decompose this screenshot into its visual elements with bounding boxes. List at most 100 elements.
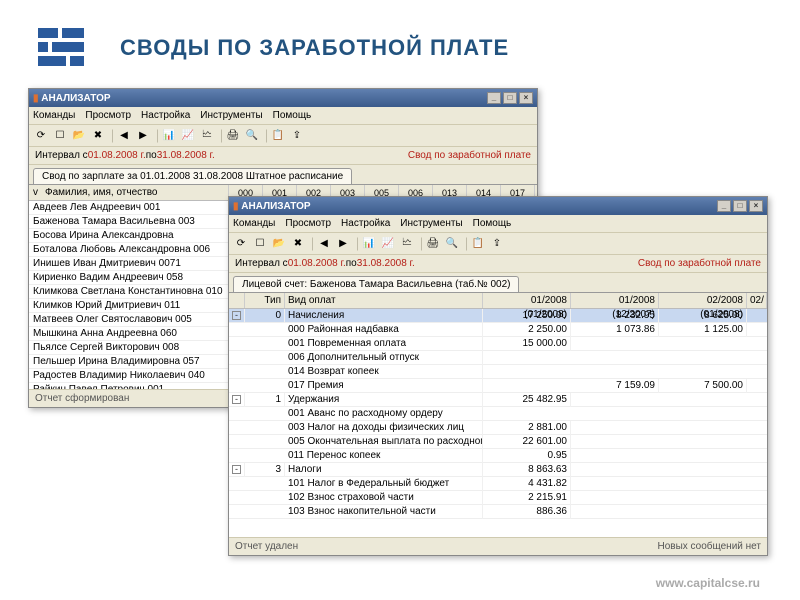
interval-mid: по xyxy=(146,150,157,161)
list-item[interactable]: Инишев Иван Дмитриевич 0071 xyxy=(29,257,228,271)
interval-to: 31.08.2008 г. xyxy=(157,150,215,161)
maximize-button[interactable]: □ xyxy=(503,92,517,104)
table-row[interactable]: 000 Районная надбавка2 250.001 073.861 1… xyxy=(229,323,767,337)
expand-icon[interactable]: - xyxy=(232,465,241,474)
expand-icon[interactable]: - xyxy=(232,395,241,404)
col-period-3[interactable]: 02/2008 (01/2008) xyxy=(659,293,747,308)
table-row[interactable]: -3Налоги8 863.63 xyxy=(229,463,767,477)
list-header-name[interactable]: Фамилия, имя, отчество xyxy=(45,187,158,198)
back-icon[interactable]: ◀ xyxy=(116,128,132,144)
table-row[interactable]: 001 Повременная оплата15 000.00 xyxy=(229,337,767,351)
back-icon[interactable]: ◀ xyxy=(316,236,332,252)
cell-p3: 7 500.00 xyxy=(659,379,747,393)
close-button[interactable]: × xyxy=(749,200,763,212)
delete-icon[interactable]: ✖ xyxy=(90,128,106,144)
col-period-4[interactable]: 02/ xyxy=(747,293,767,308)
chart3-icon[interactable]: 🗠 xyxy=(199,128,215,144)
new-icon[interactable]: ☐ xyxy=(52,128,68,144)
chart1-icon[interactable]: 📊 xyxy=(161,128,177,144)
table-row[interactable]: 014 Возврат копеек xyxy=(229,365,767,379)
list-item[interactable]: Пьялсе Сергей Викторович 008 xyxy=(29,341,228,355)
table-row[interactable]: 005 Окончательная выплата по расходному … xyxy=(229,435,767,449)
list-item[interactable]: Климков Юрий Дмитриевич 011 xyxy=(29,299,228,313)
chart2-icon[interactable]: 📈 xyxy=(380,236,396,252)
titlebar[interactable]: ▮ АНАЛИЗАТОР _ □ × xyxy=(229,197,767,215)
menu-команды[interactable]: Команды xyxy=(33,110,75,121)
refresh-icon[interactable]: ⟳ xyxy=(33,128,49,144)
titlebar[interactable]: ▮ АНАЛИЗАТОР _ □ × xyxy=(29,89,537,107)
payroll-grid[interactable]: Тип Вид оплат 01/2008 (01/2008) 01/2008 … xyxy=(229,293,767,519)
minimize-button[interactable]: _ xyxy=(717,200,731,212)
table-row[interactable]: -1Удержания25 482.95 xyxy=(229,393,767,407)
copy-icon[interactable]: 📋 xyxy=(270,128,286,144)
print-icon[interactable]: 🖨 xyxy=(425,236,441,252)
forward-icon[interactable]: ▶ xyxy=(135,128,151,144)
table-row[interactable]: 003 Налог на доходы физических лиц2 881.… xyxy=(229,421,767,435)
menu-просмотр[interactable]: Просмотр xyxy=(285,218,331,229)
toolbar-separator xyxy=(218,129,222,143)
menu-настройка[interactable]: Настройка xyxy=(141,110,190,121)
statusbar: Отчет удален Новых сообщений нет xyxy=(229,537,767,555)
list-item[interactable]: Боталова Любовь Александровна 006 xyxy=(29,243,228,257)
copy-icon[interactable]: 📋 xyxy=(470,236,486,252)
open-icon[interactable]: 📂 xyxy=(71,128,87,144)
close-button[interactable]: × xyxy=(519,92,533,104)
table-row[interactable]: 103 Взнос накопительной части886.36 xyxy=(229,505,767,519)
col-period-2[interactable]: 01/2008 (12/2007) xyxy=(571,293,659,308)
col-period-1[interactable]: 01/2008 (01/2008) xyxy=(483,293,571,308)
list-item[interactable]: Райкин Павел Петрович 001 xyxy=(29,383,228,389)
print-icon[interactable]: 🖨 xyxy=(225,128,241,144)
menu-помощь[interactable]: Помощь xyxy=(473,218,512,229)
forward-icon[interactable]: ▶ xyxy=(335,236,351,252)
report-type: Свод по заработной плате xyxy=(408,150,531,161)
expand-icon[interactable]: - xyxy=(232,311,241,320)
chart2-icon[interactable]: 📈 xyxy=(180,128,196,144)
export-icon[interactable]: ⇪ xyxy=(489,236,505,252)
list-item[interactable]: Пельшер Ирина Владимировна 057 xyxy=(29,355,228,369)
menu-настройка[interactable]: Настройка xyxy=(341,218,390,229)
list-item[interactable]: Баженова Тамара Васильевна 003 xyxy=(29,215,228,229)
menu-команды[interactable]: Команды xyxy=(233,218,275,229)
cell-name: 005 Окончательная выплата по расходному … xyxy=(285,435,483,449)
menu-помощь[interactable]: Помощь xyxy=(273,110,312,121)
list-item[interactable]: Матвеев Олег Святославович 005 xyxy=(29,313,228,327)
col-name[interactable]: Вид оплат xyxy=(285,293,483,308)
menubar: Команды Просмотр Настройка Инструменты Помощ… xyxy=(229,215,767,233)
table-row[interactable]: 017 Премия7 159.097 500.00 xyxy=(229,379,767,393)
chart1-icon[interactable]: 📊 xyxy=(361,236,377,252)
table-row[interactable]: 001 Аванс по расходному ордеру xyxy=(229,407,767,421)
chart3-icon[interactable]: 🗠 xyxy=(399,236,415,252)
list-header-check: v xyxy=(33,187,45,198)
list-item[interactable]: Кириенко Вадим Андреевич 058 xyxy=(29,271,228,285)
cell-name: 014 Возврат копеек xyxy=(285,365,483,379)
list-item[interactable]: Радостев Владимир Николаевич 040 xyxy=(29,369,228,383)
col-expand[interactable] xyxy=(229,293,245,308)
delete-icon[interactable]: ✖ xyxy=(290,236,306,252)
cell-p1: 2 215.91 xyxy=(483,491,571,505)
menu-инструменты[interactable]: Инструменты xyxy=(200,110,262,121)
refresh-icon[interactable]: ⟳ xyxy=(233,236,249,252)
table-row[interactable]: 011 Перенос копеек0.95 xyxy=(229,449,767,463)
menu-просмотр[interactable]: Просмотр xyxy=(85,110,131,121)
table-row[interactable]: 102 Взнос страховой части2 215.91 xyxy=(229,491,767,505)
new-icon[interactable]: ☐ xyxy=(252,236,268,252)
app-title: АНАЛИЗАТОР xyxy=(41,93,110,104)
list-item[interactable]: Мышкина Анна Андреевна 060 xyxy=(29,327,228,341)
col-type[interactable]: Тип xyxy=(245,293,285,308)
open-icon[interactable]: 📂 xyxy=(271,236,287,252)
maximize-button[interactable]: □ xyxy=(733,200,747,212)
menu-инструменты[interactable]: Инструменты xyxy=(400,218,462,229)
minimize-button[interactable]: _ xyxy=(487,92,501,104)
table-row[interactable]: 101 Налог в Федеральный бюджет4 431.82 xyxy=(229,477,767,491)
export-icon[interactable]: ⇪ xyxy=(289,128,305,144)
list-item[interactable]: Авдеев Лев Андреевич 001 xyxy=(29,201,228,215)
list-item[interactable]: Босова Ирина Александровна xyxy=(29,229,228,243)
list-item[interactable]: Климкова Светлана Константиновна 010 xyxy=(29,285,228,299)
preview-icon[interactable]: 🔍 xyxy=(444,236,460,252)
tab-summary[interactable]: Свод по зарплате за 01.01.2008 31.08.200… xyxy=(33,168,352,184)
tab-account[interactable]: Лицевой счет: Баженова Тамара Васильевна… xyxy=(233,276,519,292)
table-row[interactable]: -0Начисления17 250.008 232.958 625.00 xyxy=(229,309,767,323)
table-row[interactable]: 006 Дополнительный отпуск xyxy=(229,351,767,365)
preview-icon[interactable]: 🔍 xyxy=(244,128,260,144)
window-analyzer-account: ▮ АНАЛИЗАТОР _ □ × Команды Просмотр Настро… xyxy=(228,196,768,556)
